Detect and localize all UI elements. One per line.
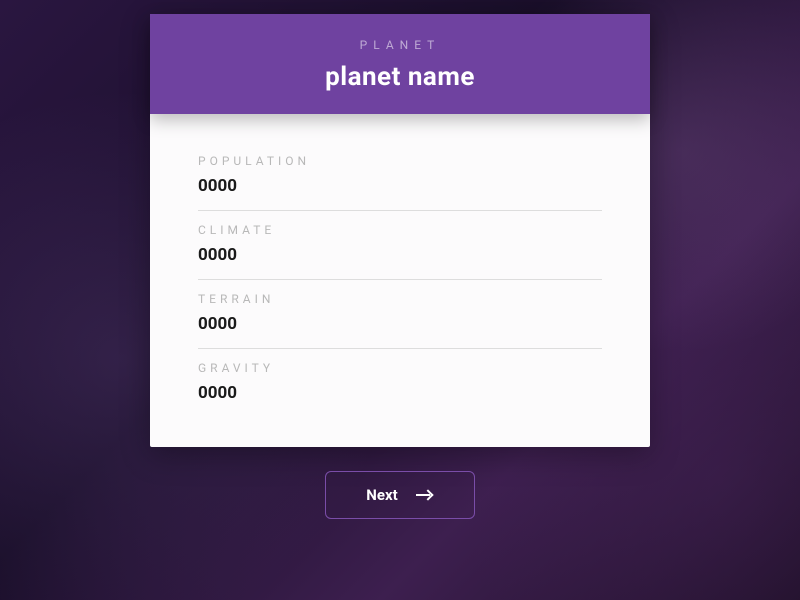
- field-value-gravity: 0000: [198, 383, 602, 403]
- field-value-population: 0000: [198, 176, 602, 196]
- field-value-climate: 0000: [198, 245, 602, 265]
- field-label-climate: CLIMATE: [198, 223, 602, 237]
- field-climate: CLIMATE 0000: [198, 211, 602, 280]
- next-button[interactable]: Next: [325, 471, 474, 519]
- planet-card: PLANET planet name POPULATION 0000 CLIMA…: [150, 14, 650, 447]
- field-population: POPULATION 0000: [198, 142, 602, 211]
- nav-row: Next: [325, 471, 474, 519]
- field-terrain: TERRAIN 0000: [198, 280, 602, 349]
- next-button-label: Next: [366, 486, 397, 504]
- planet-title: planet name: [170, 62, 630, 92]
- field-value-terrain: 0000: [198, 314, 602, 334]
- field-gravity: GRAVITY 0000: [198, 349, 602, 417]
- card-eyebrow: PLANET: [170, 38, 630, 52]
- field-label-population: POPULATION: [198, 154, 602, 168]
- field-label-terrain: TERRAIN: [198, 292, 602, 306]
- arrow-right-icon: [416, 491, 434, 499]
- field-label-gravity: GRAVITY: [198, 361, 602, 375]
- card-header: PLANET planet name: [150, 14, 650, 114]
- card-body: POPULATION 0000 CLIMATE 0000 TERRAIN 000…: [150, 114, 650, 447]
